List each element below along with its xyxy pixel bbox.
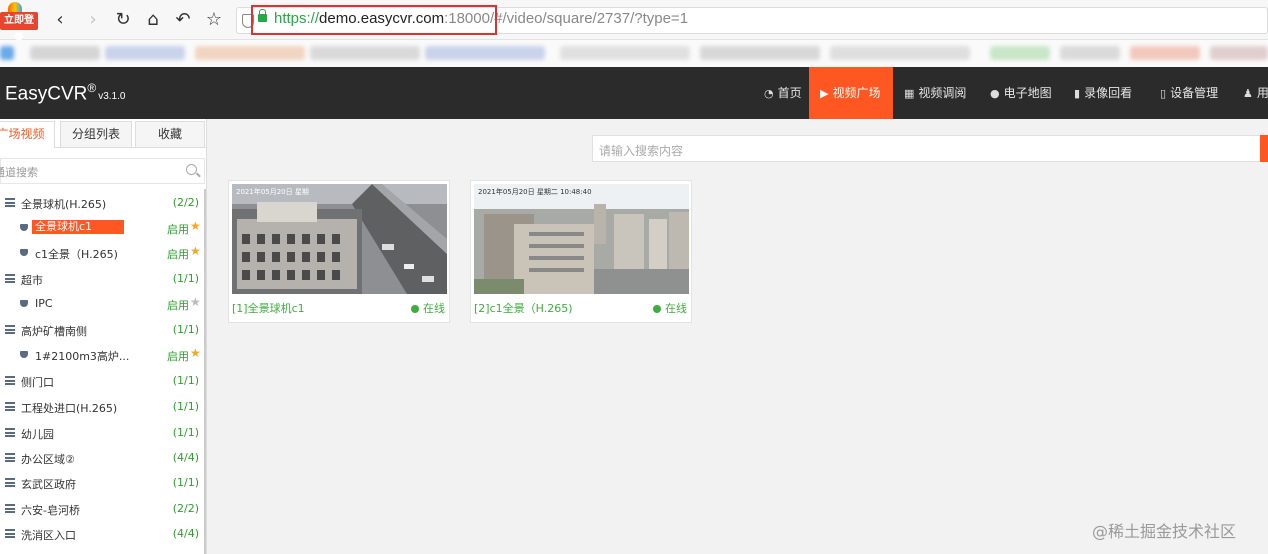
tree-group[interactable]: 洗消区入口 (4/4) <box>0 522 205 547</box>
tree-channel[interactable]: c1全景（H.265) 启用 ★ <box>0 241 205 266</box>
user-icon: ♟ <box>1243 87 1253 100</box>
back-icon[interactable]: ‹ <box>50 10 70 30</box>
tree-group[interactable]: 高炉矿槽南侧 (1/1) <box>0 318 205 343</box>
tree-group[interactable]: 六安-皂河桥 (2/2) <box>0 497 205 522</box>
browser-toolbar: 立即登录 ‹ › ↻ ⌂ ↶ ☆ https://demo.easycvr.co… <box>0 0 1268 44</box>
online-dot-icon <box>411 305 419 313</box>
url-highlight-box <box>251 5 497 35</box>
camera-icon <box>20 249 28 256</box>
star-bookmark-icon[interactable]: ☆ <box>204 10 224 30</box>
tree-group[interactable]: 幼儿园 (1/1) <box>0 421 205 446</box>
reload-icon[interactable]: ↻ <box>113 10 133 30</box>
channel-search-input[interactable]: 通道搜索 <box>0 158 205 184</box>
play-circle-icon: ▶ <box>820 87 829 100</box>
nav-playback[interactable]: ▮ 录像回看 <box>1074 67 1132 119</box>
home-icon[interactable]: ⌂ <box>143 10 163 30</box>
favorite-star-icon[interactable]: ★ <box>190 346 201 360</box>
tree-group[interactable]: 玄武区政府 (1/1) <box>0 471 205 496</box>
main-search-input[interactable]: 请输入搜索内容 <box>592 135 1268 162</box>
group-icon <box>5 198 15 207</box>
watermark: @稀土掘金技术社区 <box>1092 522 1237 541</box>
video-card[interactable]: 2021年05月20日 星期 [1]全景球机c1 在线 <box>228 180 450 323</box>
group-icon <box>5 428 15 437</box>
browser-logo-icon <box>8 2 22 12</box>
group-icon <box>5 402 15 411</box>
video-card-title[interactable]: [1]全景球机c1 <box>232 300 305 316</box>
sidebar-scrollbar[interactable] <box>204 189 206 554</box>
app-logo[interactable]: EasyCVR®v3.1.0 <box>5 81 125 105</box>
tab-square-videos[interactable]: 广场视频 <box>0 121 55 148</box>
forward-icon[interactable]: › <box>83 10 103 30</box>
channel-sidebar: 广场视频 分组列表 收藏 通道搜索 全景球机(H.265) (2/2) 全景球机… <box>0 119 207 554</box>
tab-favorites[interactable]: 收藏 <box>135 121 205 147</box>
grid-icon: ▦ <box>904 87 915 100</box>
video-thumbnail[interactable]: 2021年05月20日 星期二 10:48:40 <box>474 184 689 294</box>
camera-icon <box>20 224 28 231</box>
group-icon <box>5 325 15 334</box>
tree-channel[interactable]: 全景球机c1 启用 ★ <box>0 216 205 241</box>
login-badge[interactable]: 立即登录 <box>0 12 38 44</box>
device-icon: ▯ <box>1160 87 1167 100</box>
undo-icon[interactable]: ↶ <box>173 10 193 30</box>
tree-channel[interactable]: 1#2100m3高炉... 启用 ★ <box>0 343 205 368</box>
tree-channel[interactable]: IPC 启用 ★ <box>0 292 205 317</box>
video-thumbnail[interactable]: 2021年05月20日 星期 <box>232 184 447 294</box>
group-icon <box>5 529 15 538</box>
tree-group[interactable]: 工程处进口(H.265) (1/1) <box>0 395 205 420</box>
video-camera-icon: ▮ <box>1074 87 1081 100</box>
group-icon <box>5 376 15 385</box>
group-icon <box>5 453 15 462</box>
map-pin-icon: ● <box>990 87 1000 100</box>
video-card-title[interactable]: [2]c1全景（H.265) <box>474 300 573 316</box>
tree-group[interactable]: 办公区域② (4/4) <box>0 446 205 471</box>
main-search-button[interactable] <box>1260 135 1268 162</box>
camera-icon <box>20 300 28 307</box>
search-icon[interactable] <box>186 164 197 175</box>
favorite-star-icon[interactable]: ★ <box>190 295 201 309</box>
camera-icon <box>20 351 28 358</box>
app-header: EasyCVR®v3.1.0 ◔ 首页 ▶ 视频广场 ▦ 视频调阅 ● 电子地图 ▮ 录像… <box>0 67 1268 119</box>
group-icon <box>5 274 15 283</box>
dashboard-icon: ◔ <box>764 87 774 100</box>
video-card[interactable]: 2021年05月20日 星期二 10:48:40 [2]c1全景（H.265) … <box>470 180 692 323</box>
tree-group[interactable]: 超市 (1/1) <box>0 267 205 292</box>
nav-user[interactable]: ♟ 用 <box>1243 67 1268 119</box>
group-icon <box>5 478 15 487</box>
nav-e-map[interactable]: ● 电子地图 <box>990 67 1052 119</box>
bookmarks-bar <box>0 40 1268 67</box>
online-dot-icon <box>653 305 661 313</box>
tree-group[interactable]: 侧门口 (1/1) <box>0 369 205 394</box>
favorite-star-icon[interactable]: ★ <box>190 244 201 258</box>
nav-video-browse[interactable]: ▦ 视频调阅 <box>904 67 966 119</box>
sidebar-tabs: 广场视频 分组列表 收藏 <box>0 121 206 148</box>
favorite-star-icon[interactable]: ★ <box>190 219 201 233</box>
nav-video-square[interactable]: ▶ 视频广场 <box>809 67 893 119</box>
nav-home[interactable]: ◔ 首页 <box>758 67 808 119</box>
online-status: 在线 <box>411 300 445 316</box>
group-icon <box>5 504 15 513</box>
online-status: 在线 <box>653 300 687 316</box>
tree-group[interactable]: 全景球机(H.265) (2/2) <box>0 191 205 216</box>
nav-device-management[interactable]: ▯ 设备管理 <box>1160 67 1218 119</box>
tab-group-list[interactable]: 分组列表 <box>60 121 132 147</box>
